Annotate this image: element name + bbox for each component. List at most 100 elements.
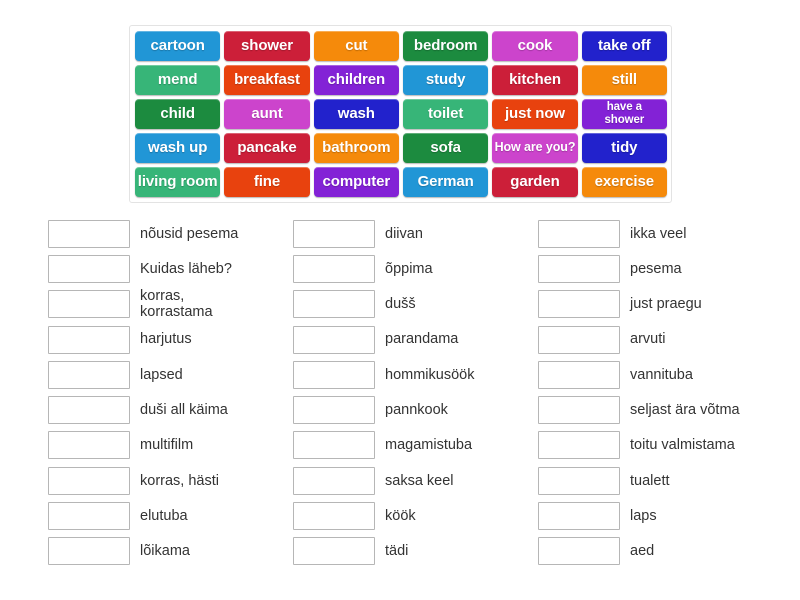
word-tile[interactable]: exercise <box>581 167 667 197</box>
answer-row: multifilm <box>48 428 293 463</box>
answer-drop-box[interactable] <box>538 254 620 283</box>
answer-drop-box[interactable] <box>538 219 620 248</box>
answer-drop-box[interactable] <box>293 502 375 531</box>
answer-drop-box[interactable] <box>48 325 130 354</box>
answer-column: nõusid pesema Kuidas läheb? korras, korras… <box>48 216 293 569</box>
word-tile[interactable]: living room <box>135 167 221 197</box>
answer-label: magamistuba <box>385 437 473 454</box>
word-tile[interactable]: How are you? <box>492 133 578 163</box>
answer-drop-box[interactable] <box>293 254 375 283</box>
answer-row: elutuba <box>48 498 293 533</box>
answer-row: harjutus <box>48 322 293 357</box>
answer-drop-box[interactable] <box>538 360 620 389</box>
answer-drop-box[interactable] <box>538 537 620 566</box>
word-tile[interactable]: fine <box>224 167 310 197</box>
answer-row: lapsed <box>48 357 293 392</box>
answer-column: diivan õppima dušš parandama hommikusöök pann… <box>293 216 538 569</box>
word-tile[interactable]: cut <box>313 31 399 61</box>
answer-label: korras, hästi <box>140 472 219 489</box>
answer-label: harjutus <box>140 331 192 348</box>
answer-row: pesema <box>538 251 783 286</box>
answer-drop-box[interactable] <box>48 254 130 283</box>
answer-drop-box[interactable] <box>48 537 130 566</box>
word-tile[interactable]: aunt <box>224 99 310 129</box>
word-tile[interactable]: have a shower <box>581 99 667 129</box>
answer-label: duši all käima <box>140 402 228 419</box>
answer-label: lõikama <box>140 543 190 560</box>
answer-drop-box[interactable] <box>48 502 130 531</box>
answer-label: aed <box>630 543 655 560</box>
answer-drop-box[interactable] <box>538 325 620 354</box>
word-tile[interactable]: sofa <box>402 133 489 163</box>
word-tile[interactable]: garden <box>492 167 578 197</box>
answer-drop-box[interactable] <box>538 466 620 495</box>
answer-drop-box[interactable] <box>48 360 130 389</box>
answer-row: ikka veel <box>538 216 783 251</box>
answer-drop-box[interactable] <box>293 396 375 425</box>
answer-row: lõikama <box>48 534 293 569</box>
word-tile[interactable]: kitchen <box>492 65 578 95</box>
answer-row: saksa keel <box>293 463 538 498</box>
word-tile[interactable]: cartoon <box>135 31 221 61</box>
word-tile[interactable]: shower <box>224 31 310 61</box>
word-tile[interactable]: bedroom <box>402 31 489 61</box>
answer-drop-box[interactable] <box>48 219 130 248</box>
answer-row: parandama <box>293 322 538 357</box>
answer-row: just praegu <box>538 287 783 322</box>
matching-exercise-page: cartoon shower cut bedroom cook take off mend b… <box>0 0 800 600</box>
answer-row: dušš <box>293 287 538 322</box>
answer-row: magamistuba <box>293 428 538 463</box>
answer-label: Kuidas läheb? <box>140 260 232 277</box>
answer-drop-box[interactable] <box>48 466 130 495</box>
word-tile[interactable]: cook <box>492 31 578 61</box>
answer-drop-box[interactable] <box>293 431 375 460</box>
word-tile[interactable]: wash <box>313 99 399 129</box>
answer-row: nõusid pesema <box>48 216 293 251</box>
word-tile-bank: cartoon shower cut bedroom cook take off mend b… <box>129 25 672 203</box>
word-tile[interactable]: bathroom <box>313 133 399 163</box>
word-tile[interactable]: breakfast <box>224 65 310 95</box>
word-tile[interactable]: children <box>313 65 399 95</box>
answer-label: multifilm <box>140 437 194 454</box>
word-tile[interactable]: just now <box>492 99 578 129</box>
answer-drop-box[interactable] <box>293 537 375 566</box>
word-tile[interactable]: child <box>135 99 221 129</box>
word-tile[interactable]: take off <box>581 31 667 61</box>
answer-column: ikka veel pesema just praegu arvuti vannitub… <box>538 216 783 569</box>
answer-drop-box[interactable] <box>538 396 620 425</box>
answer-label: arvuti <box>630 331 666 348</box>
answer-label: just praegu <box>630 296 702 313</box>
word-tile[interactable]: tidy <box>581 133 667 163</box>
answer-drop-box[interactable] <box>293 290 375 319</box>
answer-row: tualett <box>538 463 783 498</box>
answer-drop-box[interactable] <box>293 219 375 248</box>
answer-row: hommikusöök <box>293 357 538 392</box>
answer-row: pannkook <box>293 392 538 427</box>
tile-row: cartoon shower cut bedroom cook take off <box>133 29 669 63</box>
word-tile[interactable]: pancake <box>224 133 310 163</box>
word-tile[interactable]: study <box>402 65 489 95</box>
answer-label: elutuba <box>140 507 188 524</box>
answer-drop-box[interactable] <box>538 502 620 531</box>
answer-label: saksa keel <box>385 472 454 489</box>
word-tile[interactable]: mend <box>135 65 221 95</box>
word-tile[interactable]: computer <box>313 167 399 197</box>
answer-drop-box[interactable] <box>293 325 375 354</box>
answer-label: diivan <box>385 225 423 242</box>
answer-drop-box[interactable] <box>293 466 375 495</box>
answer-row: vannituba <box>538 357 783 392</box>
answer-drop-box[interactable] <box>538 290 620 319</box>
word-tile[interactable]: wash up <box>135 133 221 163</box>
word-tile[interactable]: German <box>402 167 489 197</box>
answer-drop-box[interactable] <box>293 360 375 389</box>
answer-label: nõusid pesema <box>140 225 239 242</box>
answer-drop-box[interactable] <box>48 290 130 319</box>
answer-label: köök <box>385 507 416 524</box>
answer-drop-box[interactable] <box>48 396 130 425</box>
answer-drop-box[interactable] <box>48 431 130 460</box>
answer-row: tädi <box>293 534 538 569</box>
answer-drop-box[interactable] <box>538 431 620 460</box>
word-tile[interactable]: toilet <box>402 99 489 129</box>
word-tile[interactable]: still <box>581 65 667 95</box>
tile-row: living room fine computer German garden exerc… <box>133 165 669 199</box>
